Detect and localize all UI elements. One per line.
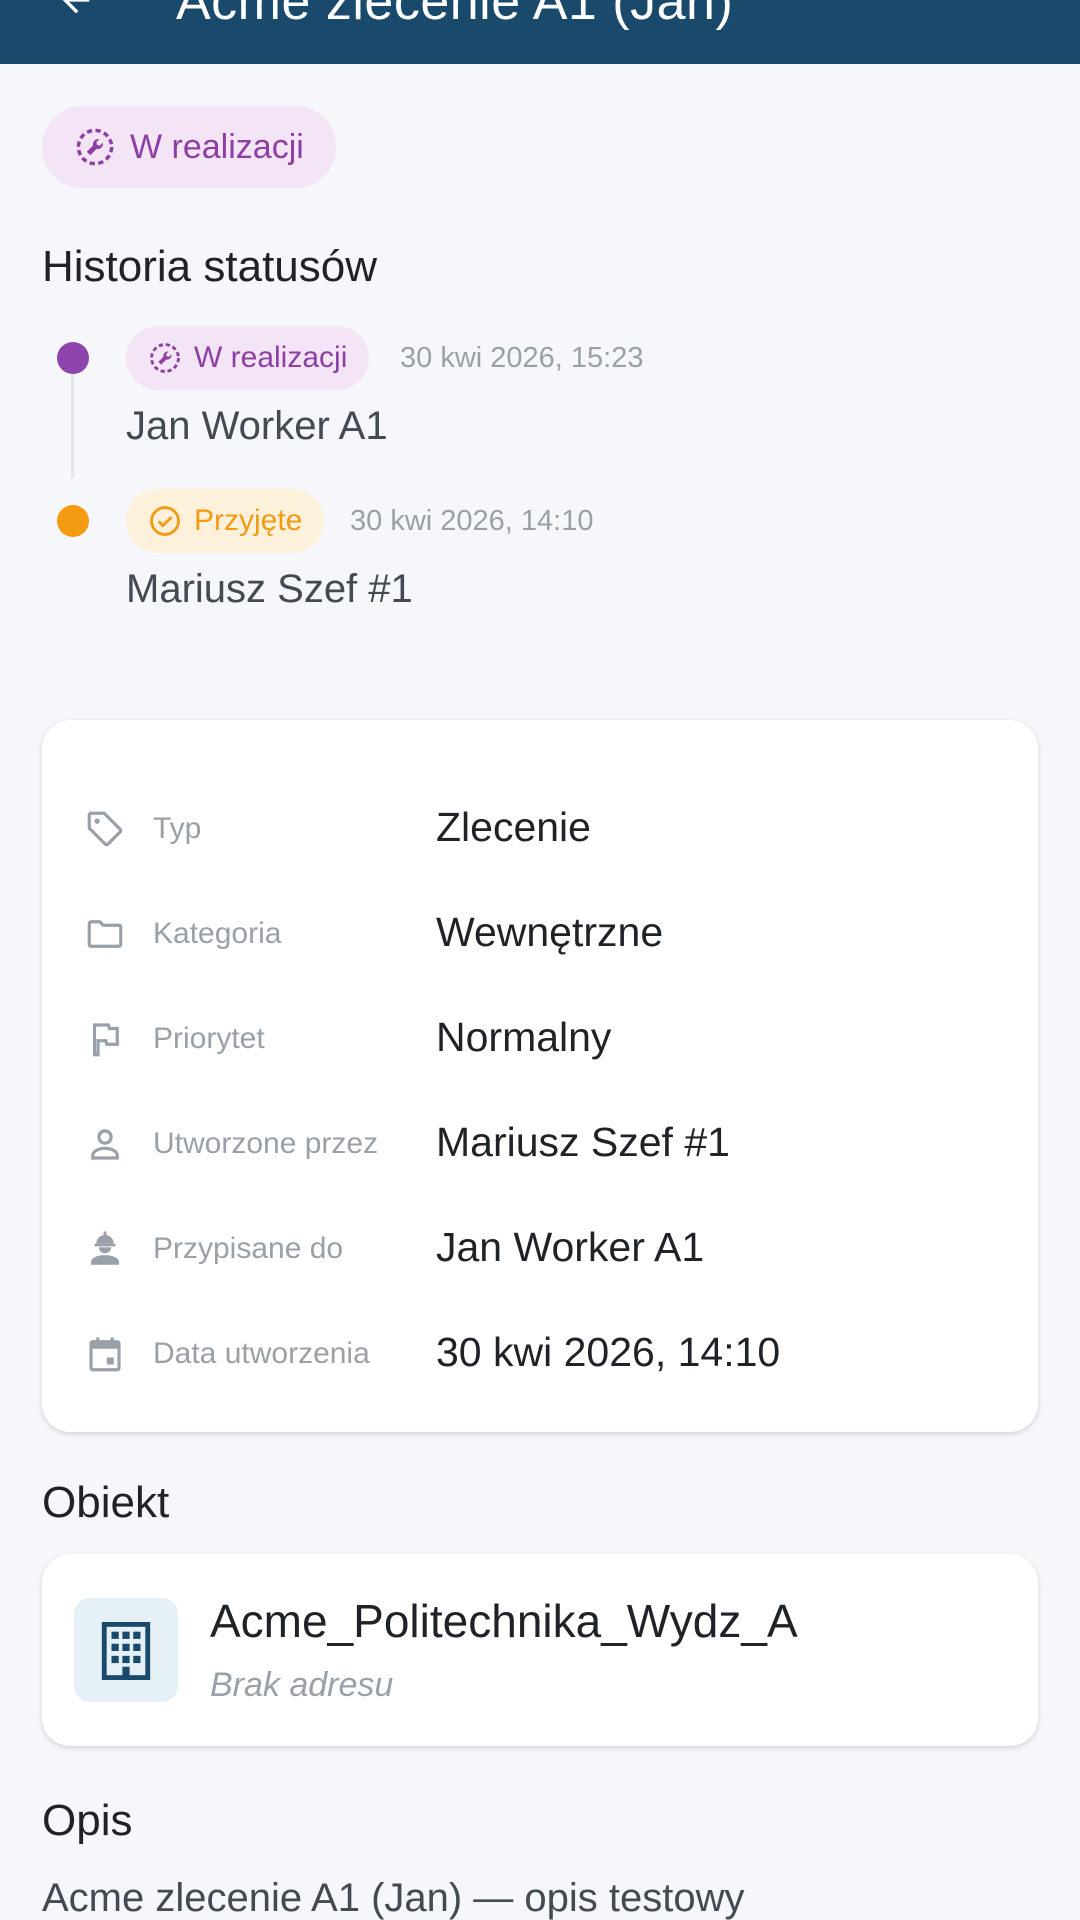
history-status-label: W realizacji: [194, 341, 348, 374]
history-time: 30 kwi 2026, 14:10: [350, 505, 594, 537]
detail-label: Typ: [153, 812, 202, 845]
history-time: 30 kwi 2026, 15:23: [400, 342, 644, 374]
folder-icon: [87, 920, 123, 948]
detail-value: Mariusz Szef #1: [436, 1119, 730, 1165]
detail-value: Zlecenie: [436, 804, 591, 850]
check-circle-icon: [150, 506, 180, 536]
object-icon-box: [74, 1598, 178, 1702]
history-status-label: Przyjęte: [194, 504, 303, 537]
in-progress-icon: [76, 128, 114, 166]
detail-row-category: Kategoria Wewnętrzne: [42, 903, 1038, 963]
detail-label: Kategoria: [153, 917, 282, 950]
details-card: Typ Zlecenie Kategoria Wewnętrzne Priory…: [42, 720, 1038, 1432]
object-section-title: Obiekt: [42, 1478, 170, 1527]
detail-row-priority: Priorytet Normalny: [42, 1008, 1038, 1068]
worker-icon: [91, 1231, 119, 1265]
detail-row-type: Typ Zlecenie: [42, 798, 1038, 858]
history-person: Jan Worker A1: [126, 404, 388, 448]
detail-value: Wewnętrzne: [436, 909, 664, 955]
timeline-connector: [71, 366, 74, 478]
detail-label: Priorytet: [153, 1022, 265, 1055]
page-title: Acme zlecenie A1 (Jan): [176, 0, 734, 31]
description-title: Opis: [42, 1796, 133, 1845]
app-bar: Acme zlecenie A1 (Jan): [0, 0, 1080, 64]
current-status-chip: W realizacji: [42, 106, 336, 188]
detail-row-created-date: Data utworzenia 30 kwi 2026, 14:10: [42, 1323, 1038, 1383]
timeline-dot-in-progress: [57, 342, 89, 374]
back-arrow-icon[interactable]: [56, 0, 96, 20]
detail-value: Jan Worker A1: [436, 1224, 705, 1270]
in-progress-icon: [150, 343, 180, 373]
history-status-chip: W realizacji: [126, 326, 370, 390]
person-icon: [91, 1129, 119, 1160]
detail-value: Normalny: [436, 1014, 612, 1060]
history-title: Historia statusów: [42, 242, 378, 291]
detail-label: Data utworzenia: [153, 1337, 370, 1370]
calendar-icon: [89, 1337, 121, 1372]
description-text: Acme zlecenie A1 (Jan) — opis testowy: [42, 1876, 745, 1920]
tag-icon: [87, 811, 123, 847]
timeline-dot-accepted: [57, 505, 89, 537]
detail-row-assigned-to: Przypisane do Jan Worker A1: [42, 1218, 1038, 1278]
detail-label: Utworzone przez: [153, 1127, 379, 1160]
history-person: Mariusz Szef #1: [126, 567, 413, 611]
detail-value: 30 kwi 2026, 14:10: [436, 1329, 781, 1375]
object-address: Brak adresu: [210, 1666, 394, 1704]
detail-label: Przypisane do: [153, 1232, 344, 1265]
detail-row-created-by: Utworzone przez Mariusz Szef #1: [42, 1113, 1038, 1173]
history-status-chip: Przyjęte: [126, 489, 325, 553]
object-name: Acme_Politechnika_Wydz_A: [210, 1595, 798, 1647]
flag-icon: [92, 1023, 119, 1057]
building-icon: [101, 1622, 151, 1680]
object-card[interactable]: Acme_Politechnika_Wydz_A Brak adresu: [42, 1554, 1038, 1746]
current-status-label: W realizacji: [130, 127, 304, 166]
